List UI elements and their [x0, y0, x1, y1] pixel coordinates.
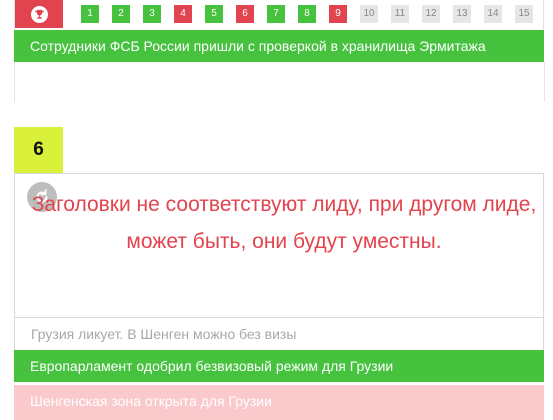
- progress-step-10[interactable]: 10: [360, 5, 378, 23]
- previous-answer-text: Сотрудники ФСБ России пришли с проверкой…: [30, 38, 486, 54]
- progress-step-15[interactable]: 15: [515, 5, 533, 23]
- progress-step-3[interactable]: 3: [143, 5, 161, 23]
- progress-step-9[interactable]: 9: [329, 5, 347, 23]
- answer-option-correct[interactable]: Европарламент одобрил безвизовый режим д…: [14, 350, 544, 382]
- trophy-badge: [15, 0, 63, 28]
- divider: [544, 62, 545, 102]
- answer-option-label: Грузия ликует. В Шенген можно без визы: [31, 326, 297, 342]
- progress-step-1[interactable]: 1: [81, 5, 99, 23]
- previous-answer-bar: Сотрудники ФСБ России пришли с проверкой…: [14, 30, 544, 62]
- progress-step-7[interactable]: 7: [267, 5, 285, 23]
- question-number: 6: [14, 127, 63, 173]
- progress-step-2[interactable]: 2: [112, 5, 130, 23]
- progress-step-11[interactable]: 11: [391, 5, 409, 23]
- progress-step-14[interactable]: 14: [484, 5, 502, 23]
- progress-step-5[interactable]: 5: [205, 5, 223, 23]
- answer-option[interactable]: Грузия ликует. В Шенген можно без визы: [14, 318, 544, 350]
- answer-option-label: Европарламент одобрил безвизовый режим д…: [30, 358, 394, 374]
- progress-step-6[interactable]: 6: [236, 5, 254, 23]
- progress-step-13[interactable]: 13: [453, 5, 471, 23]
- divider: [14, 62, 15, 102]
- answer-option-wrong[interactable]: Шенгенская зона открыта для Грузии: [14, 385, 544, 420]
- trophy-icon: [30, 5, 48, 23]
- answer-option-label: Шенгенская зона открыта для Грузии: [30, 393, 272, 409]
- progress-step-4[interactable]: 4: [174, 5, 192, 23]
- feedback-message: Заголовки не соответствуют лиду, при дру…: [31, 193, 537, 253]
- progress-bar: 1 2 3 4 5 6 7 8 9 10 11 12 13 14 15: [14, 0, 544, 30]
- progress-step-12[interactable]: 12: [422, 5, 440, 23]
- progress-step-8[interactable]: 8: [298, 5, 316, 23]
